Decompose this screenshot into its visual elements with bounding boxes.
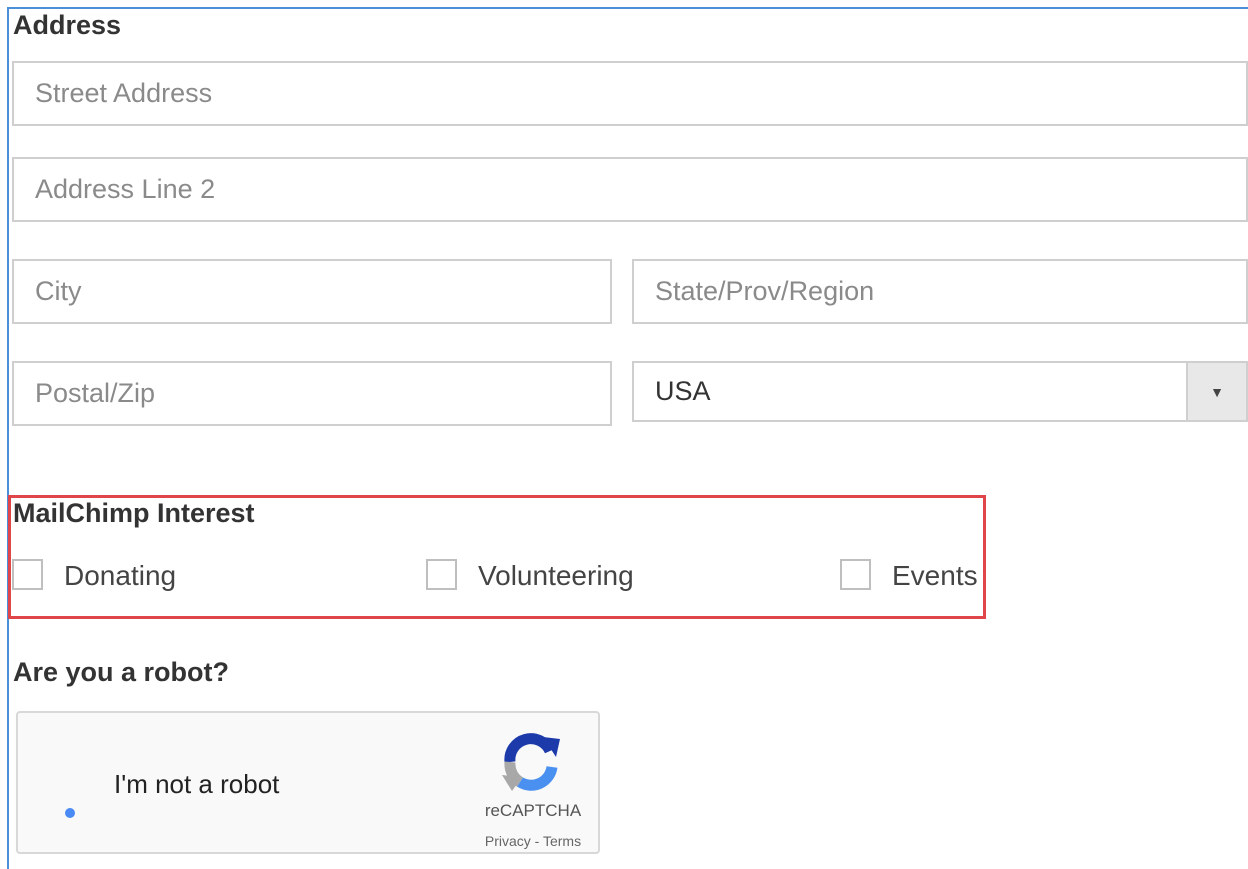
volunteering-label: Volunteering <box>478 560 634 591</box>
city-input[interactable]: City <box>12 259 612 324</box>
recaptcha-privacy-terms-links[interactable]: Privacy - Terms <box>458 833 608 849</box>
recaptcha-widget: I'm not a robot reCAPTCHA Privacy - Term… <box>16 711 600 854</box>
donating-checkbox[interactable] <box>12 559 43 590</box>
city-placeholder: City <box>35 276 82 306</box>
country-select[interactable]: USA ▼ <box>632 361 1248 422</box>
events-checkbox[interactable] <box>840 559 871 590</box>
volunteering-checkbox[interactable] <box>426 559 457 590</box>
robot-heading: Are you a robot? <box>13 657 230 687</box>
mailchimp-heading: MailChimp Interest <box>13 498 255 528</box>
chevron-down-icon[interactable]: ▼ <box>1186 363 1246 420</box>
events-label: Events <box>892 560 978 591</box>
street-address-placeholder: Street Address <box>35 78 213 108</box>
address-line-2-placeholder: Address Line 2 <box>35 174 216 204</box>
country-select-value: USA <box>655 376 711 406</box>
recaptcha-logo-icon <box>502 733 560 791</box>
address-line-2-input[interactable]: Address Line 2 <box>12 157 1248 222</box>
postal-placeholder: Postal/Zip <box>35 378 156 408</box>
state-input[interactable]: State/Prov/Region <box>632 259 1248 324</box>
address-heading: Address <box>13 10 122 40</box>
recaptcha-brand: reCAPTCHA <box>484 801 582 820</box>
postal-input[interactable]: Postal/Zip <box>12 361 612 426</box>
recaptcha-checkbox[interactable] <box>65 808 75 818</box>
recaptcha-label: I'm not a robot <box>114 769 280 799</box>
street-address-input[interactable]: Street Address <box>12 61 1248 126</box>
state-placeholder: State/Prov/Region <box>655 276 875 306</box>
donating-label: Donating <box>64 560 177 591</box>
